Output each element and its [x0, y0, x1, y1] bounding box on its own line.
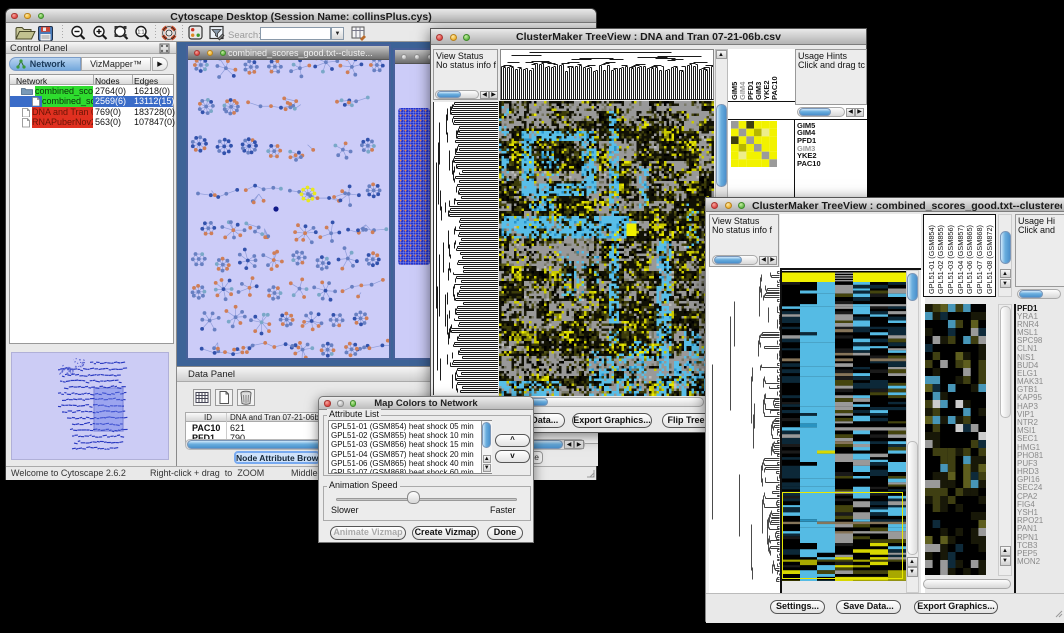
- svg-text:1:1: 1:1: [138, 30, 145, 36]
